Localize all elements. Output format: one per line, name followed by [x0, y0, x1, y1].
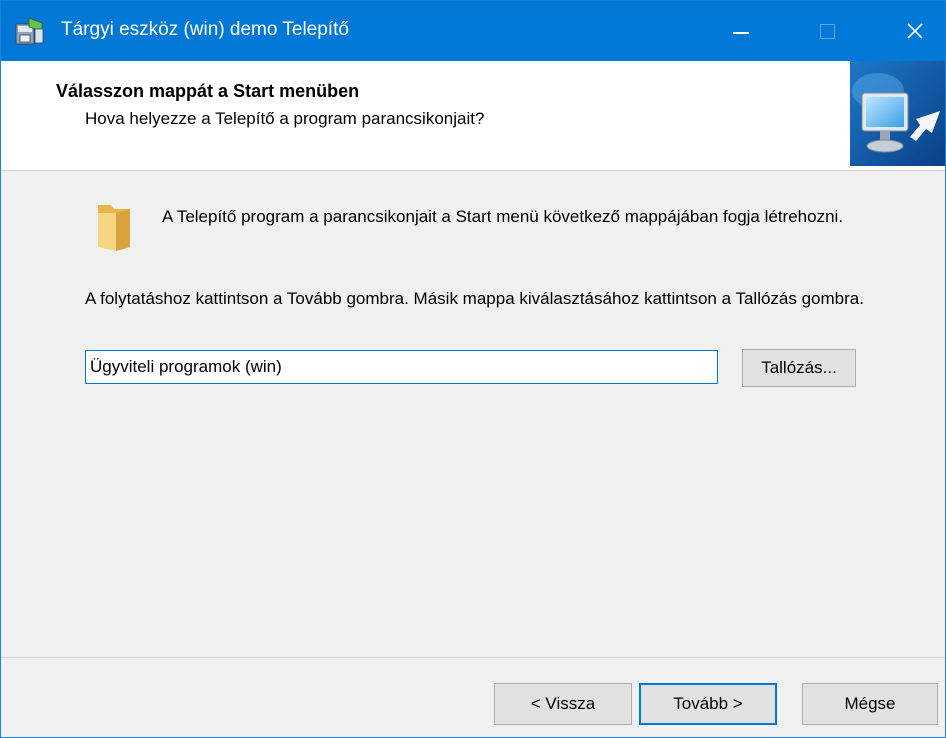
page-subtitle: Hova helyezze a Telepítő a program paran…	[85, 109, 485, 128]
installer-window: Tárgyi eszköz (win) demo Telepítő Válass…	[0, 0, 946, 738]
browse-button[interactable]: Tallózás...	[742, 349, 856, 387]
computer-shortcut-icon	[850, 61, 945, 166]
instruction-text: A folytatáshoz kattintson a Tovább gombr…	[85, 289, 864, 308]
wizard-header: Válasszon mappát a Start menüben Hova he…	[1, 61, 945, 171]
installer-icon	[15, 17, 44, 45]
page-title: Válasszon mappát a Start menüben	[56, 81, 360, 101]
maximize-button[interactable]	[799, 1, 855, 61]
next-button[interactable]: Tovább >	[639, 683, 777, 725]
close-icon	[907, 23, 923, 39]
title-bar[interactable]: Tárgyi eszköz (win) demo Telepítő	[1, 1, 945, 61]
cancel-button[interactable]: Mégse	[802, 683, 938, 725]
footer-divider	[1, 657, 945, 658]
minimize-button[interactable]	[713, 1, 769, 61]
start-menu-folder-input[interactable]	[85, 350, 718, 384]
info-text: A Telepítő program a parancsikonjait a S…	[162, 207, 844, 226]
back-button[interactable]: < Vissza	[494, 683, 632, 725]
close-button[interactable]	[885, 1, 945, 61]
folder-icon	[98, 205, 130, 251]
window-title: Tárgyi eszköz (win) demo Telepítő	[61, 19, 349, 40]
